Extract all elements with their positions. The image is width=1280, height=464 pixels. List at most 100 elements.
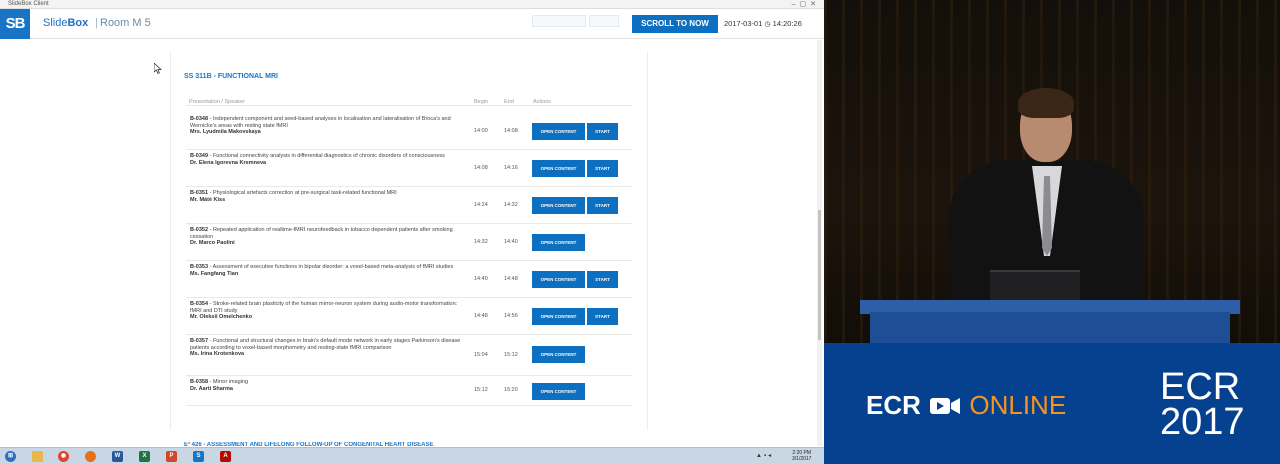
firefox-icon[interactable] xyxy=(85,451,96,462)
presentation-row: B-0349 - Functional connectivity analysi… xyxy=(186,150,632,187)
app-name: SlideBox xyxy=(43,17,88,29)
begin-time: 14:24 xyxy=(474,202,488,208)
ecr-online-ecr: ECR xyxy=(866,390,921,420)
slidebox-logo[interactable]: SB xyxy=(0,9,30,39)
begin-time: 14:48 xyxy=(474,313,488,319)
window-title: SlideBox Client xyxy=(8,1,49,7)
presentation-title-text: Functional and structural changes in bra… xyxy=(190,338,461,351)
slidebox-icon[interactable]: S xyxy=(193,451,204,462)
end-time: 14:08 xyxy=(504,128,518,134)
begin-time: 14:00 xyxy=(474,128,488,134)
open-content-button[interactable]: OPEN CONTENT xyxy=(532,383,585,400)
ecr-2017-logo: ECR 2017 xyxy=(1160,366,1245,443)
presentation-row: B-0357 - Functional and structural chang… xyxy=(186,335,632,376)
presentation-code: B-0358 xyxy=(190,379,209,385)
presentation-title-text: Functional connectivity analysis in diff… xyxy=(212,153,445,159)
session-title[interactable]: SS 311B - FUNCTIONAL MRI xyxy=(184,73,278,80)
begin-time: 15:12 xyxy=(474,387,488,393)
clock-icon: ◷ xyxy=(764,21,771,28)
mouse-cursor-icon xyxy=(154,63,162,74)
presentation-title[interactable]: B-0354 - Stroke-related brain plasticity… xyxy=(190,301,465,314)
powerpoint-icon[interactable]: P xyxy=(166,451,177,462)
end-time: 14:56 xyxy=(504,313,518,319)
ecr-year-line2: 2017 xyxy=(1160,401,1245,443)
podium xyxy=(870,312,1230,343)
word-icon[interactable]: W xyxy=(112,451,123,462)
current-datetime: 2017-03-01 ◷ 14:20:26 xyxy=(724,19,802,28)
faded-button[interactable] xyxy=(589,15,619,27)
end-time: 14:40 xyxy=(504,239,518,245)
room-separator: | xyxy=(95,17,98,29)
start-button[interactable]: START xyxy=(587,160,618,177)
presentation-title-text: Repeated application of realtime-fMRI ne… xyxy=(190,227,453,240)
presentation-code: B-0348 xyxy=(190,116,209,122)
scrollbar-thumb[interactable] xyxy=(818,210,821,340)
presentation-title[interactable]: B-0357 - Functional and structural chang… xyxy=(190,338,465,351)
start-orb-icon[interactable]: ⊞ xyxy=(5,451,16,462)
current-time: 14:20:26 xyxy=(772,19,802,28)
system-tray-icons[interactable]: ▲▪◂ xyxy=(756,452,773,459)
open-content-button[interactable]: OPEN CONTENT xyxy=(532,197,585,214)
scroll-to-now-button[interactable]: SCROLL TO NOW xyxy=(632,15,718,33)
presentation-title[interactable]: B-0352 - Repeated application of realtim… xyxy=(190,227,465,240)
start-button[interactable]: START xyxy=(587,197,618,214)
open-content-button[interactable]: OPEN CONTENT xyxy=(532,160,585,177)
room-name: Room M 5 xyxy=(100,17,151,29)
taskbar-date: 3/1/2017 xyxy=(792,456,812,462)
presentation-code: B-0351 xyxy=(190,190,209,196)
windows-taskbar: ⊞ ◉ W X P S A ▲▪◂ 2:20 PM 3/1/2017 xyxy=(0,447,824,464)
podium-laptop xyxy=(990,270,1080,302)
app-name-prefix: Slide xyxy=(43,17,68,29)
start-button[interactable]: START xyxy=(587,308,618,325)
acrobat-icon[interactable]: A xyxy=(220,451,231,462)
app-header: SB SlideBox | Room M 5 SCROLL TO NOW 201… xyxy=(0,9,824,39)
screen-capture: SlideBox Client –▢✕ SB SlideBox | Room M… xyxy=(0,0,824,464)
begin-time: 14:32 xyxy=(474,239,488,245)
window-titlebar: SlideBox Client –▢✕ xyxy=(0,0,824,9)
header-divider xyxy=(186,105,632,106)
ecr-year-line1: ECR xyxy=(1160,366,1241,408)
presentation-row: B-0351 - Physiological artefacts correct… xyxy=(186,187,632,224)
presentation-title-text: Physiological artefacts correction at pr… xyxy=(212,190,397,196)
chrome-icon[interactable]: ◉ xyxy=(58,451,69,462)
presentation-row: B-0352 - Repeated application of realtim… xyxy=(186,224,632,261)
presentation-code: B-0352 xyxy=(190,227,209,233)
end-time: 15:12 xyxy=(504,352,518,358)
presentation-row: B-0358 - Mirror imaging Dr. Aarti Sharma 1… xyxy=(186,376,632,406)
faded-button[interactable] xyxy=(532,15,586,27)
presentation-title-text: Stroke-related brain plasticity of the h… xyxy=(190,301,458,314)
end-time: 15:20 xyxy=(504,387,518,393)
explorer-icon[interactable] xyxy=(32,451,43,462)
presentation-title-text: Assessment of executive functions in bip… xyxy=(212,264,454,270)
presentation-title-text: Mirror imaging xyxy=(212,379,249,385)
open-content-button[interactable]: OPEN CONTENT xyxy=(532,271,585,288)
begin-time: 14:40 xyxy=(474,276,488,282)
app-name-suffix: Box xyxy=(67,17,89,29)
presentation-row: B-0348 - Independent component and seed-… xyxy=(186,113,632,150)
end-time: 14:48 xyxy=(504,276,518,282)
excel-icon[interactable]: X xyxy=(139,451,150,462)
presentation-row: B-0354 - Stroke-related brain plasticity… xyxy=(186,298,632,335)
open-content-button[interactable]: OPEN CONTENT xyxy=(532,308,585,325)
presentation-row: B-0353 - Assessment of executive functio… xyxy=(186,261,632,298)
open-content-button[interactable]: OPEN CONTENT xyxy=(532,346,585,363)
ecr-online-online: ONLINE xyxy=(969,390,1067,420)
start-button[interactable]: START xyxy=(587,271,618,288)
presentation-title-text: Independent component and seed-based ana… xyxy=(190,116,451,129)
presentation-title[interactable]: B-0348 - Independent component and seed-… xyxy=(190,116,465,129)
begin-time: 14:08 xyxy=(474,165,488,171)
end-time: 14:32 xyxy=(504,202,518,208)
open-content-button[interactable]: OPEN CONTENT xyxy=(532,123,585,140)
end-time: 14:16 xyxy=(504,165,518,171)
presentation-code: B-0353 xyxy=(190,264,209,270)
taskbar-clock[interactable]: 2:20 PM 3/1/2017 xyxy=(792,450,811,462)
presentation-code: B-0354 xyxy=(190,301,209,307)
speaker-hair xyxy=(1018,88,1074,118)
presentation-title[interactable]: B-0353 - Assessment of executive functio… xyxy=(190,264,465,271)
presentation-title[interactable]: B-0349 - Functional connectivity analysi… xyxy=(190,153,465,160)
stage: SlideBox Client –▢✕ SB SlideBox | Room M… xyxy=(0,0,1280,464)
open-content-button[interactable]: OPEN CONTENT xyxy=(532,234,585,251)
start-button[interactable]: START xyxy=(587,123,618,140)
current-date: 2017-03-01 xyxy=(724,19,763,28)
window-controls[interactable]: –▢✕ xyxy=(792,0,820,9)
